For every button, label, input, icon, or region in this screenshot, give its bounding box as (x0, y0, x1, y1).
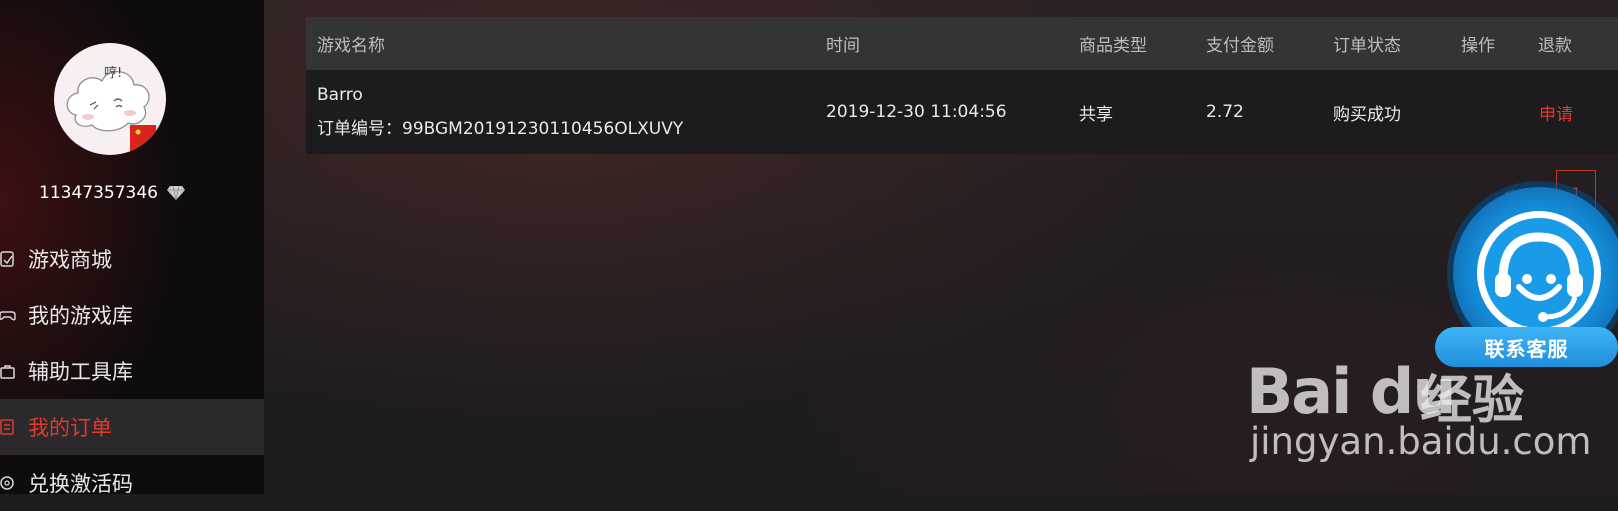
header-game-name: 游戏名称 (317, 36, 385, 56)
header-action: 操作 (1461, 36, 1495, 56)
sidebar-item-label: 游戏商城 (28, 248, 112, 272)
header-type: 商品类型 (1079, 36, 1147, 56)
sidebar-item-label: 我的订单 (28, 416, 112, 440)
store-icon (0, 249, 26, 269)
sidebar-item-store[interactable]: 游戏商城 (0, 231, 264, 287)
table-header: 游戏名称 时间 商品类型 支付金额 订单状态 操作 退款 (306, 17, 1618, 70)
toolbox-icon (0, 361, 26, 381)
cell-game: Barro 订单编号：99BGM20191230110456OLXUVY (317, 85, 683, 139)
sidebar-item-redeem[interactable]: 兑换激活码 (0, 455, 264, 511)
redeem-icon (0, 473, 26, 493)
username: 11347357346 (39, 183, 158, 203)
game-title: Barro (317, 85, 363, 105)
sidebar: 哼! 11347357346 游戏商城 我的游戏库 辅助工具库 我的订单 兑换激… (0, 0, 264, 496)
header-refund: 退款 (1538, 36, 1572, 56)
order-icon (0, 417, 26, 437)
username-row: 11347357346 (39, 183, 186, 203)
gamepad-icon (0, 305, 26, 325)
cell-time: 2019-12-30 11:04:56 (826, 102, 1007, 122)
sidebar-item-label: 我的游戏库 (28, 304, 133, 328)
sidebar-item-tools[interactable]: 辅助工具库 (0, 343, 264, 399)
refund-apply-link[interactable]: 申请 (1539, 100, 1573, 125)
cell-amount: 2.72 (1206, 102, 1244, 122)
cell-type: 共享 (1079, 104, 1113, 125)
diamond-vip-icon (166, 185, 185, 201)
cloud-avatar-icon: 哼! (66, 65, 156, 155)
header-time: 时间 (826, 36, 860, 56)
svg-text:哼!: 哼! (104, 65, 122, 81)
sidebar-item-orders[interactable]: 我的订单 (0, 399, 264, 455)
sidebar-item-label: 辅助工具库 (28, 360, 133, 384)
table-row: Barro 订单编号：99BGM20191230110456OLXUVY 201… (306, 70, 1618, 154)
cell-status: 购买成功 (1333, 104, 1401, 125)
orders-table: 游戏名称 时间 商品类型 支付金额 订单状态 操作 退款 Barro 订单编号：… (306, 17, 1618, 154)
sidebar-item-game-library[interactable]: 我的游戏库 (0, 287, 264, 343)
header-status: 订单状态 (1333, 36, 1401, 56)
sidebar-nav: 游戏商城 我的游戏库 辅助工具库 我的订单 兑换激活码 (0, 231, 264, 511)
avatar[interactable]: 哼! (54, 43, 166, 155)
baidu-watermark-url: jingyan.baidu.com (1250, 420, 1592, 463)
header-amount: 支付金额 (1206, 36, 1274, 56)
order-number: 订单编号：99BGM20191230110456OLXUVY (317, 119, 684, 139)
